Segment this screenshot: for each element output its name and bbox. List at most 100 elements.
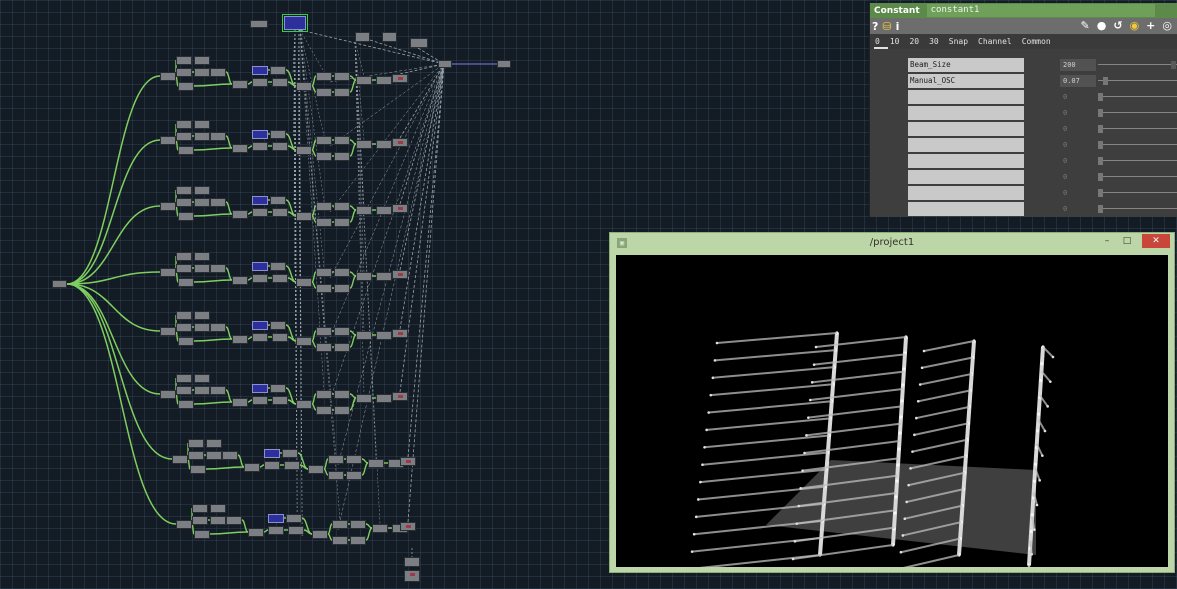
network-node[interactable] xyxy=(296,146,312,155)
network-node[interactable] xyxy=(334,327,350,336)
network-node[interactable] xyxy=(334,88,350,97)
network-node[interactable] xyxy=(296,278,312,287)
network-node[interactable] xyxy=(252,208,268,217)
network-node[interactable] xyxy=(160,268,176,277)
param-slider[interactable] xyxy=(1098,144,1177,145)
network-node[interactable] xyxy=(194,374,210,383)
network-node[interactable] xyxy=(334,218,350,227)
network-node[interactable] xyxy=(252,384,268,393)
param-value-field[interactable]: 0 xyxy=(1060,139,1096,151)
network-node[interactable] xyxy=(316,218,332,227)
network-node[interactable] xyxy=(404,557,420,567)
param-slider[interactable] xyxy=(1098,208,1177,209)
network-node[interactable] xyxy=(160,202,176,211)
param-name-field[interactable] xyxy=(908,122,1024,136)
network-node[interactable] xyxy=(232,144,248,153)
network-node[interactable] xyxy=(350,536,366,545)
slider-knob[interactable] xyxy=(1098,93,1103,101)
param-name-field[interactable]: Beam_Size xyxy=(908,58,1024,72)
param-slider[interactable] xyxy=(1098,64,1177,65)
slider-knob[interactable] xyxy=(1098,173,1103,181)
network-node[interactable] xyxy=(270,196,286,205)
network-node[interactable] xyxy=(178,146,194,155)
network-node[interactable] xyxy=(194,311,210,320)
param-value-field[interactable]: 0 xyxy=(1060,171,1096,183)
network-node[interactable] xyxy=(332,520,348,529)
network-node[interactable] xyxy=(210,516,226,525)
network-node[interactable] xyxy=(392,74,408,83)
network-node[interactable] xyxy=(252,130,268,139)
network-node[interactable] xyxy=(194,323,210,332)
network-node[interactable] xyxy=(178,400,194,409)
python-icon[interactable]: ⛁ xyxy=(882,20,891,33)
network-node[interactable] xyxy=(210,198,226,207)
network-node[interactable] xyxy=(368,459,384,468)
param-value-field[interactable]: 0 xyxy=(1060,203,1096,215)
network-node[interactable] xyxy=(194,132,210,141)
network-node[interactable] xyxy=(252,333,268,342)
network-node[interactable] xyxy=(194,186,210,195)
slider-knob[interactable] xyxy=(1098,109,1103,117)
network-node[interactable] xyxy=(312,530,328,539)
param-slider[interactable] xyxy=(1098,160,1177,161)
network-node[interactable] xyxy=(210,132,226,141)
plus-icon[interactable]: + xyxy=(1146,19,1155,32)
network-node[interactable] xyxy=(194,386,210,395)
network-node[interactable] xyxy=(270,130,286,139)
network-node[interactable] xyxy=(210,504,226,513)
network-node[interactable] xyxy=(392,329,408,338)
network-node[interactable] xyxy=(232,210,248,219)
network-node[interactable] xyxy=(222,451,238,460)
network-node[interactable] xyxy=(244,463,260,472)
pencil-icon[interactable]: ✎ xyxy=(1081,19,1090,32)
network-node[interactable] xyxy=(226,516,242,525)
network-node[interactable] xyxy=(332,536,348,545)
network-node[interactable] xyxy=(194,198,210,207)
network-node[interactable] xyxy=(272,78,288,87)
tab-channel[interactable]: Channel xyxy=(973,37,1017,46)
network-node[interactable] xyxy=(176,323,192,332)
network-node[interactable] xyxy=(188,451,204,460)
network-node[interactable] xyxy=(178,337,194,346)
network-node[interactable] xyxy=(176,198,192,207)
network-node[interactable] xyxy=(376,394,392,403)
param-slider[interactable] xyxy=(1098,176,1177,177)
slider-knob[interactable] xyxy=(1098,157,1103,165)
param-value-field[interactable]: 0 xyxy=(1060,155,1096,167)
network-node[interactable] xyxy=(252,321,268,330)
network-node[interactable] xyxy=(272,274,288,283)
network-node[interactable] xyxy=(268,514,284,523)
network-node[interactable] xyxy=(328,471,344,480)
param-name-field[interactable] xyxy=(908,154,1024,168)
tab-10[interactable]: 10 xyxy=(885,37,905,46)
network-node[interactable] xyxy=(194,530,210,539)
param-name-field[interactable] xyxy=(908,138,1024,152)
network-node[interactable] xyxy=(172,455,188,464)
network-node[interactable] xyxy=(178,278,194,287)
network-node[interactable] xyxy=(316,343,332,352)
param-name-field[interactable] xyxy=(908,170,1024,184)
network-node[interactable] xyxy=(316,268,332,277)
network-node[interactable] xyxy=(232,80,248,89)
network-node[interactable] xyxy=(270,384,286,393)
network-node[interactable] xyxy=(334,284,350,293)
network-node[interactable] xyxy=(206,439,222,448)
network-node[interactable] xyxy=(334,406,350,415)
network-node[interactable] xyxy=(232,335,248,344)
network-node[interactable] xyxy=(252,274,268,283)
network-node[interactable] xyxy=(52,280,67,288)
network-node[interactable] xyxy=(272,142,288,151)
network-node[interactable] xyxy=(328,455,344,464)
network-node[interactable] xyxy=(282,449,298,458)
network-node[interactable] xyxy=(176,68,192,77)
network-node[interactable] xyxy=(176,386,192,395)
network-node[interactable] xyxy=(178,212,194,221)
slider-knob[interactable] xyxy=(1171,61,1176,69)
param-slider[interactable] xyxy=(1098,192,1177,193)
network-node[interactable] xyxy=(272,396,288,405)
network-node[interactable] xyxy=(376,76,392,85)
network-node[interactable] xyxy=(376,140,392,149)
3d-viewport[interactable] xyxy=(616,255,1168,581)
param-value-field[interactable]: 0 xyxy=(1060,187,1096,199)
network-node[interactable] xyxy=(288,526,304,535)
